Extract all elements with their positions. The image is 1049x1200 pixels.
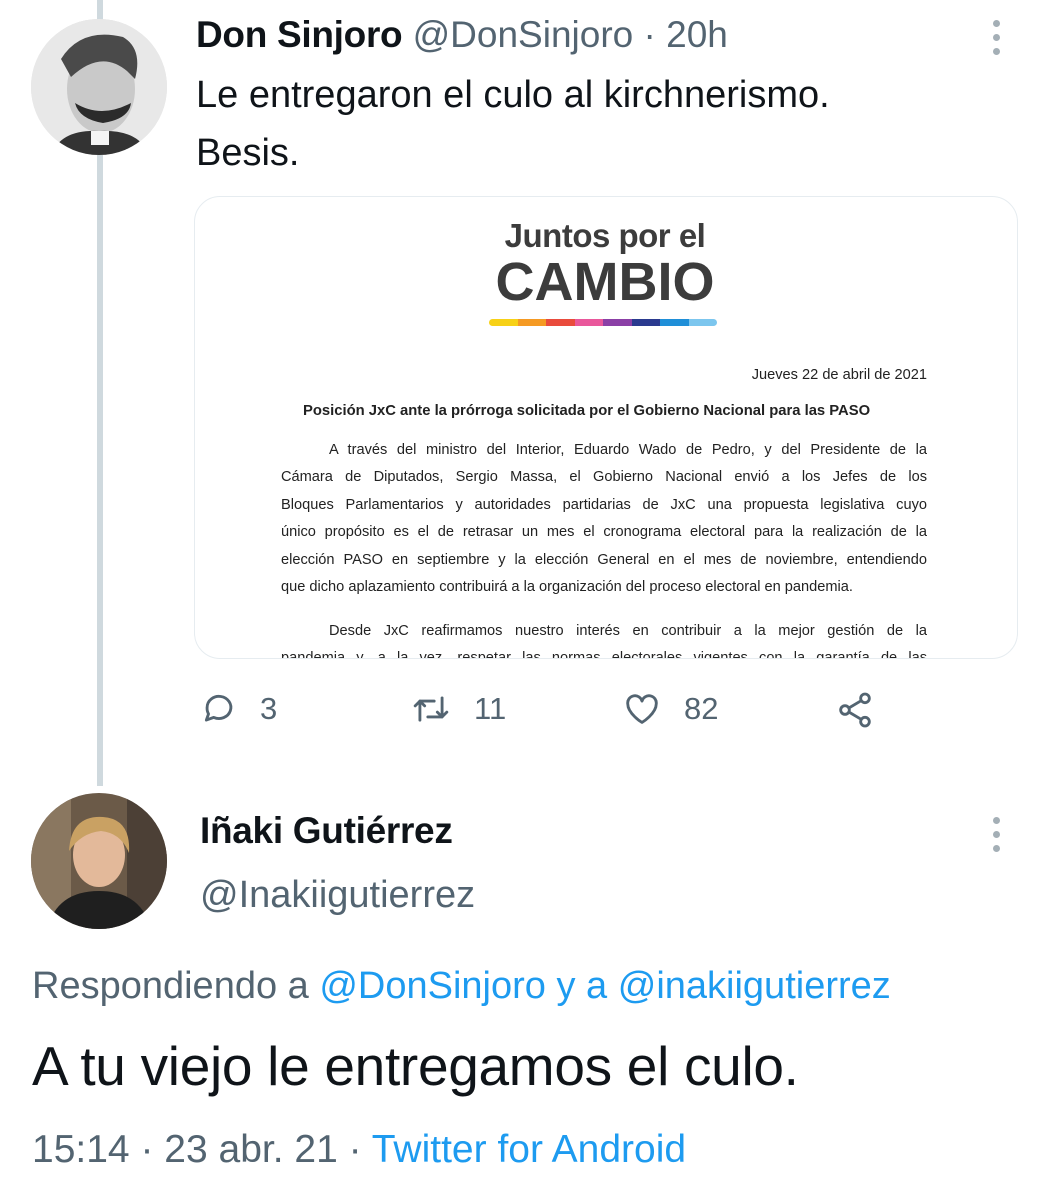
like-action[interactable]: 82 [622,690,718,728]
document-line: Desde JxC reafirmamos nuestro interés en… [329,623,927,639]
replying-prefix: Respondiendo a [32,965,309,1007]
document-line: pandemia y, a la vez, respetar las norma… [281,650,927,659]
heart-icon [626,694,658,724]
tweet-image-card[interactable]: Juntos por el CAMBIO Jueves 22 de abril … [194,196,1018,659]
stripe-segment [574,319,603,326]
stripe-segment [603,319,632,326]
retweet-count: 11 [474,691,507,726]
tweet-text: Le entregaron el culo al kirchnerismo. B… [196,66,1016,182]
reply-author-handle[interactable]: @Inakiigutierrez [200,874,475,917]
meta-separator-2: · [348,1128,362,1171]
reply-more-options-icon[interactable] [993,817,1000,852]
header-separator: · [643,14,656,55]
more-options-icon[interactable] [993,20,1000,55]
like-count: 82 [684,691,719,726]
tweet-time[interactable]: 20h [666,14,728,55]
logo: Juntos por el CAMBIO [475,217,735,326]
tweet-header: Don Sinjoro @DonSinjoro · 20h [196,14,728,56]
replying-to: Respondiendo a @DonSinjoro y a @inakiigu… [32,965,891,1008]
logo-color-stripe [489,319,717,326]
tweet-text-line1: Le entregaron el culo al kirchnerismo. [196,74,830,116]
stripe-segment [489,319,518,326]
stripe-segment [660,319,689,326]
stripe-segment [546,319,575,326]
stripe-segment [631,319,660,326]
retweet-icon [413,696,449,722]
document-paragraph-1: A través del ministro del Interior, Edua… [281,437,927,601]
meta-separator-1: · [140,1128,154,1171]
reply-author-name[interactable]: Iñaki Gutiérrez [200,810,453,852]
document-line: elección PASO en septiembre y la elecció… [281,551,927,568]
replying-joiner: y a [556,965,608,1007]
reply-date[interactable]: 23 abr. 21 [164,1128,337,1171]
document-heading: Posición JxC ante la prórroga solicitada… [303,403,871,419]
reply-count: 3 [260,691,278,726]
tweet-text-line2: Besis. [196,132,300,174]
author-name[interactable]: Don Sinjoro [196,14,403,55]
avatar-don-sinjoro[interactable] [31,19,167,155]
document-line: A través del ministro del Interior, Edua… [329,442,927,458]
reply-meta: 15:14 · 23 abr. 21 · Twitter for Android [32,1128,686,1172]
reply-icon [204,694,233,722]
reply-source-link[interactable]: Twitter for Android [372,1128,686,1171]
stripe-segment [688,319,717,326]
document-line: Cámara de Diputados, Sergio Massa, el Go… [281,469,927,486]
logo-line2: CAMBIO [495,252,715,312]
retweet-action[interactable]: 11 [410,690,506,728]
reply-action[interactable]: 3 [200,690,277,728]
document-line: que dicho aplazamiento contribuirá a la … [281,579,853,596]
avatar-inaki-gutierrez[interactable] [31,793,167,929]
document-line: único propósito es el de retrasar un mes… [281,524,927,541]
document-line: Bloques Parlamentarios y autoridades par… [281,496,927,513]
logo-line1: Juntos por el [504,217,706,254]
replying-to-link-2[interactable]: @inakiigutierrez [618,965,891,1007]
author-handle[interactable]: @DonSinjoro [413,14,634,55]
replying-to-link-1[interactable]: @DonSinjoro [319,965,546,1007]
share-icon[interactable] [834,690,876,735]
reply-time[interactable]: 15:14 [32,1128,130,1171]
reply-text: A tu viejo le entregamos el culo. [32,1035,799,1097]
stripe-segment [517,319,546,326]
document-paragraph-2: Desde JxC reafirmamos nuestro interés en… [281,618,927,659]
document-date: Jueves 22 de abril de 2021 [751,367,927,383]
